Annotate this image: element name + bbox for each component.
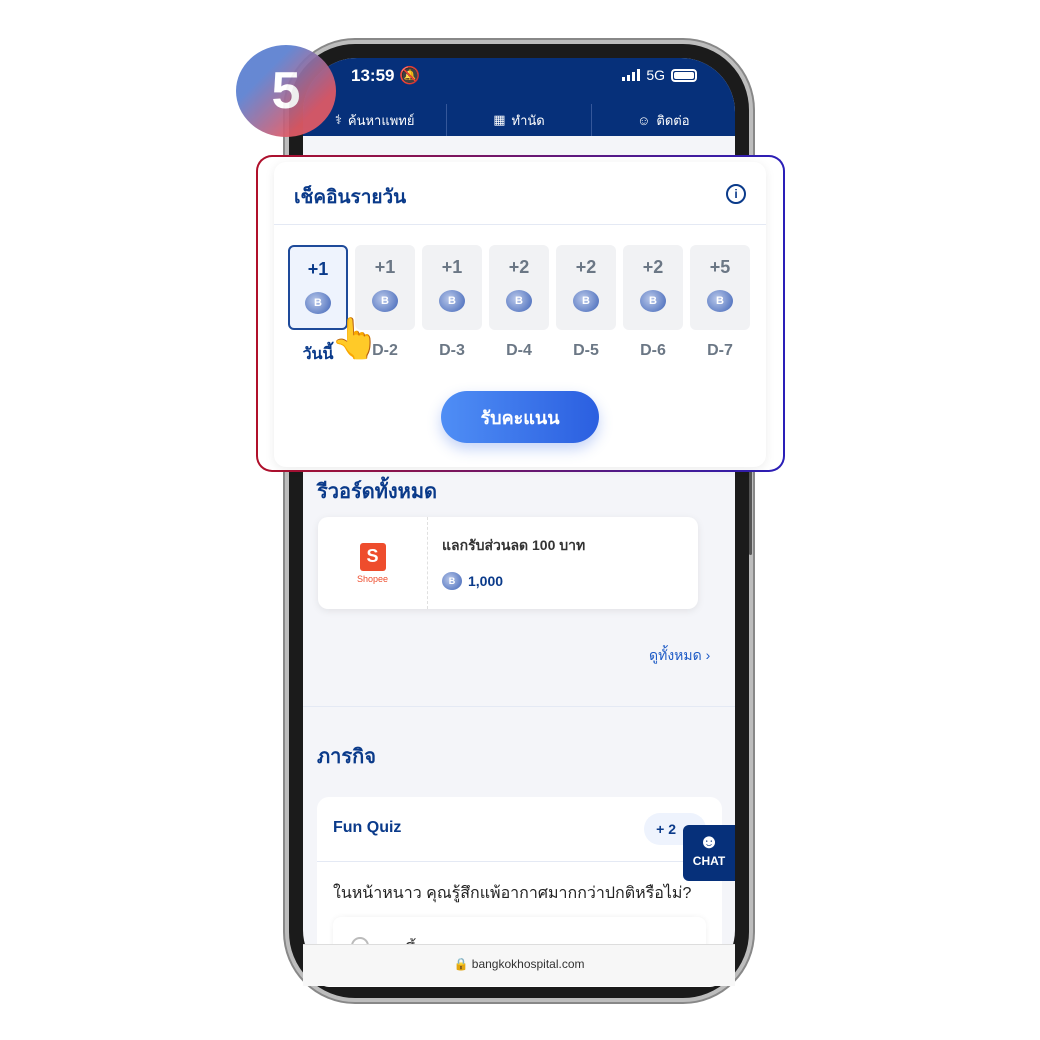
checkin-day[interactable]: +2 B D-6 (623, 245, 683, 367)
day-points: +2 (575, 257, 597, 277)
shopee-logo: S Shopee (318, 517, 428, 609)
checkin-day[interactable]: +2 B D-4 (489, 245, 549, 367)
claim-points-button[interactable]: รับคะแนน (441, 391, 599, 443)
divider (274, 224, 766, 225)
coin-icon: B (442, 572, 462, 590)
chevron-right-icon: › (705, 647, 711, 663)
reward-cost: B 1,000 (442, 572, 503, 590)
day-label: D-7 (707, 342, 733, 359)
url-bar[interactable]: 🔒 bangkokhospital.com (303, 944, 735, 986)
quiz-title: Fun Quiz (333, 819, 402, 836)
checkin-title: เช็คอินรายวัน (294, 187, 407, 208)
day-box[interactable]: +2 B (556, 245, 616, 330)
smiley-chat-icon: ☻ (698, 831, 720, 853)
day-points: +1 (307, 259, 329, 279)
see-all-link[interactable]: ดูทั้งหมด › (649, 645, 710, 667)
checkin-day[interactable]: +2 B D-5 (556, 245, 616, 367)
coin-icon: B (640, 290, 666, 312)
step-badge: 5 (236, 45, 336, 137)
day-points: +1 (374, 257, 396, 277)
day-points: +2 (508, 257, 530, 277)
missions-title: ภารกิจ (317, 746, 376, 768)
top-nav: ⚕ ค้นหาแพทย์ ▦ ทำนัด ☺ ติดต่อ (303, 104, 735, 136)
day-points: +5 (709, 257, 731, 277)
quiz-question: ในหน้าหนาว คุณรู้สึกแพ้อากาศมากกว่าปกติห… (333, 885, 692, 902)
divider (303, 706, 735, 707)
day-box[interactable]: +1 B (422, 245, 482, 330)
network-label: 5G (646, 67, 665, 83)
coin-icon: B (372, 290, 398, 312)
day-label: D-3 (439, 342, 465, 359)
day-box[interactable]: +2 B (623, 245, 683, 330)
day-label: D-6 (640, 342, 666, 359)
stethoscope-icon: ⚕ (334, 112, 342, 127)
info-icon[interactable]: i (726, 184, 746, 204)
signal-icon (622, 69, 641, 81)
status-icons: 5G (622, 67, 697, 83)
day-box[interactable]: +2 B (489, 245, 549, 330)
coin-icon: B (305, 292, 331, 314)
nav-contact[interactable]: ☺ ติดต่อ (592, 104, 735, 136)
checkin-day[interactable]: +5 B D-7 (690, 245, 750, 367)
reward-name: แลกรับส่วนลด 100 บาท (442, 537, 586, 553)
coin-icon: B (573, 290, 599, 312)
day-label: D-4 (506, 342, 532, 359)
chat-bubble-icon: ☺ (637, 112, 651, 128)
lock-icon: 🔒 (453, 957, 469, 971)
app-header: 13:59 🔕 5G ⚕ ค้นหาแพทย์ ▦ ทำนัด ☺ ติดต่อ (303, 58, 735, 136)
battery-icon (671, 68, 697, 82)
reward-card[interactable]: S Shopee แลกรับส่วนลด 100 บาท B 1,000 (318, 517, 698, 609)
bell-muted-icon: 🔕 (399, 66, 421, 85)
checkin-day[interactable]: +1 B D-3 (422, 245, 482, 367)
day-points: +2 (642, 257, 664, 277)
chat-button[interactable]: ☻ CHAT (683, 825, 735, 881)
shopping-bag-icon: S (359, 542, 386, 571)
nav-appointment[interactable]: ▦ ทำนัด (447, 104, 592, 136)
divider (317, 861, 722, 862)
day-box[interactable]: +5 B (690, 245, 750, 330)
day-points: +1 (441, 257, 463, 277)
coin-icon: B (707, 290, 733, 312)
rewards-title: รีวอร์ดทั้งหมด (317, 481, 438, 503)
coin-icon: B (506, 290, 532, 312)
pointing-hand-icon: 👆 (330, 317, 380, 361)
calendar-icon: ▦ (493, 112, 506, 127)
day-label: D-5 (573, 342, 599, 359)
coin-icon: B (439, 290, 465, 312)
status-time: 13:59 🔕 (351, 66, 421, 85)
